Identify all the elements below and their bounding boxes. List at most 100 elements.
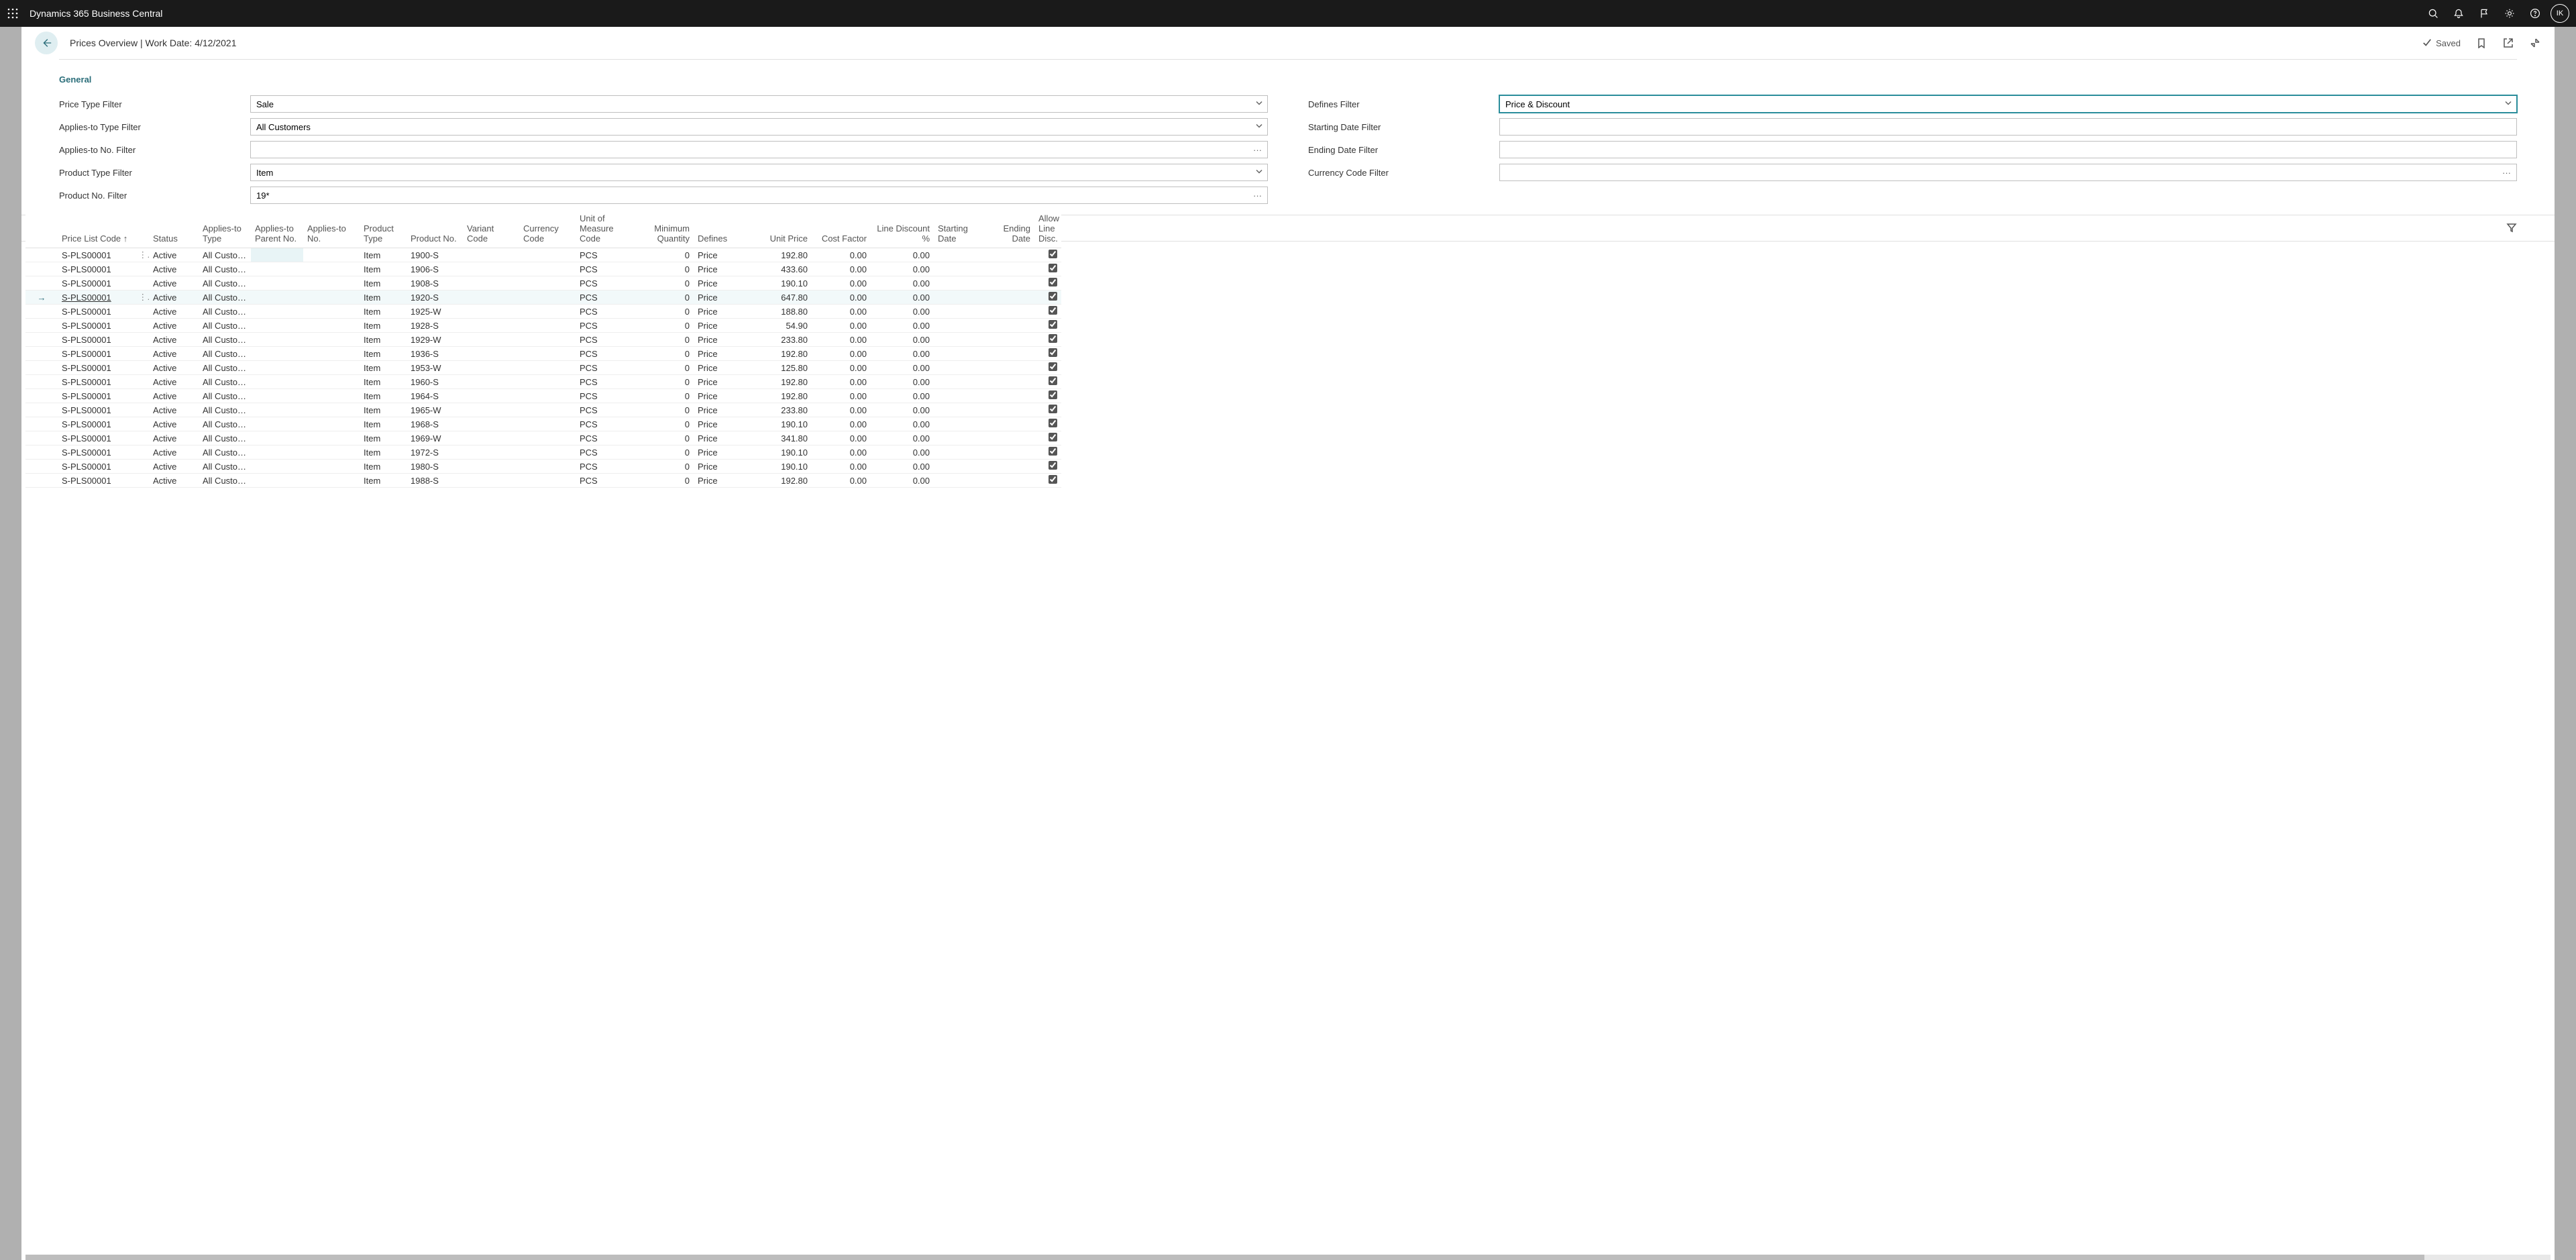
allow-disc-checkbox[interactable] <box>1049 320 1057 329</box>
column-header-cfact[interactable]: Cost Factor <box>812 209 871 248</box>
allow-disc-checkbox[interactable] <box>1049 362 1057 371</box>
table-row[interactable]: S-PLS00001ActiveAll Custome…Item1925-WPC… <box>25 305 1061 319</box>
back-button[interactable] <box>35 32 58 54</box>
notifications-icon[interactable] <box>2446 1 2471 26</box>
table-row[interactable]: S-PLS00001ActiveAll Custome…Item1908-SPC… <box>25 276 1061 291</box>
ellipsis-icon[interactable]: ··· <box>2502 168 2511 178</box>
cell-code[interactable]: S-PLS00001 <box>58 474 134 488</box>
row-more-icon[interactable]: ⋯ <box>138 251 148 260</box>
column-header-ldisc[interactable]: Line Discount % <box>871 209 934 248</box>
filter-lookup[interactable]: 19*··· <box>250 187 1268 204</box>
table-row[interactable]: S-PLS00001ActiveAll Custome…Item1969-WPC… <box>25 431 1061 445</box>
cell-code[interactable]: S-PLS00001 <box>58 431 134 445</box>
allow-disc-checkbox[interactable] <box>1049 390 1057 399</box>
collapse-icon[interactable] <box>2529 37 2541 49</box>
column-header-uom[interactable]: Unit of Measure Code <box>576 209 635 248</box>
table-row[interactable]: S-PLS00001ActiveAll Custome…Item1980-SPC… <box>25 460 1061 474</box>
allow-disc-checkbox[interactable] <box>1049 433 1057 441</box>
column-header-pno[interactable]: Product No. <box>407 209 463 248</box>
allow-disc-checkbox[interactable] <box>1049 376 1057 385</box>
ellipsis-icon[interactable]: ··· <box>1253 191 1262 201</box>
filter-select[interactable]: Sale <box>250 95 1268 113</box>
cell-code[interactable]: S-PLS00001 <box>58 276 134 291</box>
allow-disc-checkbox[interactable] <box>1049 334 1057 343</box>
row-more-icon[interactable]: ⋯ <box>138 293 148 302</box>
allow-disc-checkbox[interactable] <box>1049 306 1057 315</box>
table-row[interactable]: S-PLS00001⋯ActiveAll Custome…Item1900-SP… <box>25 248 1061 262</box>
table-row[interactable]: S-PLS00001ActiveAll Custome…Item1928-SPC… <box>25 319 1061 333</box>
allow-disc-checkbox[interactable] <box>1049 461 1057 470</box>
column-header-uprice[interactable]: Unit Price <box>753 209 812 248</box>
filter-text[interactable] <box>1499 141 2517 158</box>
allow-disc-checkbox[interactable] <box>1049 292 1057 301</box>
cell-code[interactable]: S-PLS00001 <box>58 460 134 474</box>
column-header-atype[interactable]: Applies-to Type <box>199 209 251 248</box>
column-header-curr[interactable]: Currency Code <box>519 209 576 248</box>
cell-sel <box>25 389 58 403</box>
column-header-defines[interactable]: Defines <box>694 209 753 248</box>
allow-disc-checkbox[interactable] <box>1049 419 1057 427</box>
table-row[interactable]: S-PLS00001ActiveAll Custome…Item1964-SPC… <box>25 389 1061 403</box>
cell-code[interactable]: S-PLS00001 <box>58 333 134 347</box>
filter-lookup[interactable]: ··· <box>1499 164 2517 181</box>
bookmark-icon[interactable] <box>2475 37 2487 49</box>
user-avatar[interactable]: IK <box>2551 4 2569 23</box>
grid-scroll[interactable]: Price List Code ↑StatusApplies-to TypeAp… <box>25 209 2555 1255</box>
app-launcher-icon[interactable] <box>0 1 25 26</box>
ellipsis-icon[interactable]: ··· <box>1253 145 1262 155</box>
column-header-allow[interactable]: Allow Line Disc. <box>1034 209 1061 248</box>
cell-code[interactable]: S-PLS00001 <box>58 305 134 319</box>
cell-code[interactable]: S-PLS00001 <box>58 248 134 262</box>
column-header-ptype[interactable]: Product Type <box>360 209 407 248</box>
flag-icon[interactable] <box>2471 1 2497 26</box>
cell-code[interactable]: S-PLS00001 <box>58 361 134 375</box>
column-header-ano[interactable]: Applies-to No. <box>303 209 360 248</box>
cell-code[interactable]: S-PLS00001 <box>58 417 134 431</box>
filter-select[interactable]: Price & Discount <box>1499 95 2517 113</box>
table-row[interactable]: S-PLS00001ActiveAll Custome…Item1988-SPC… <box>25 474 1061 488</box>
cell-code[interactable]: S-PLS00001 <box>58 403 134 417</box>
table-row[interactable]: S-PLS00001ActiveAll Custome…Item1968-SPC… <box>25 417 1061 431</box>
filter-select[interactable]: All Customers <box>250 118 1268 136</box>
column-header-variant[interactable]: Variant Code <box>463 209 519 248</box>
cell-code[interactable]: S-PLS00001 <box>58 347 134 361</box>
filter-lookup[interactable]: ··· <box>250 141 1268 158</box>
table-row[interactable]: S-PLS00001ActiveAll Custome…Item1906-SPC… <box>25 262 1061 276</box>
allow-disc-checkbox[interactable] <box>1049 405 1057 413</box>
cell-code[interactable]: S-PLS00001 <box>58 445 134 460</box>
cell-code[interactable]: S-PLS00001 <box>58 291 134 305</box>
table-row[interactable]: S-PLS00001ActiveAll Custome…Item1953-WPC… <box>25 361 1061 375</box>
allow-disc-checkbox[interactable] <box>1049 447 1057 456</box>
allow-disc-checkbox[interactable] <box>1049 250 1057 258</box>
settings-icon[interactable] <box>2497 1 2522 26</box>
allow-disc-checkbox[interactable] <box>1049 278 1057 286</box>
cell-code[interactable]: S-PLS00001 <box>58 262 134 276</box>
allow-disc-checkbox[interactable] <box>1049 475 1057 484</box>
column-header-edate[interactable]: Ending Date <box>981 209 1034 248</box>
cell-code[interactable]: S-PLS00001 <box>58 375 134 389</box>
popout-icon[interactable] <box>2502 37 2514 49</box>
cell-code[interactable]: S-PLS00001 <box>58 319 134 333</box>
cell-uprice: 192.80 <box>753 375 812 389</box>
table-row[interactable]: S-PLS00001ActiveAll Custome…Item1960-SPC… <box>25 375 1061 389</box>
table-row[interactable]: →S-PLS00001⋯ActiveAll Custome…Item1920-S… <box>25 291 1061 305</box>
column-header-more[interactable] <box>134 209 149 248</box>
column-header-aparent[interactable]: Applies-to Parent No. <box>251 209 303 248</box>
horizontal-scrollbar[interactable] <box>25 1255 2551 1260</box>
cell-code[interactable]: S-PLS00001 <box>58 389 134 403</box>
column-header-sdate[interactable]: Starting Date <box>934 209 981 248</box>
table-row[interactable]: S-PLS00001ActiveAll Custome…Item1929-WPC… <box>25 333 1061 347</box>
column-header-code[interactable]: Price List Code ↑ <box>58 209 134 248</box>
allow-disc-checkbox[interactable] <box>1049 264 1057 272</box>
column-header-minq[interactable]: Minimum Quantity <box>635 209 694 248</box>
column-header-sel[interactable] <box>25 209 58 248</box>
column-header-status[interactable]: Status <box>149 209 199 248</box>
table-row[interactable]: S-PLS00001ActiveAll Custome…Item1965-WPC… <box>25 403 1061 417</box>
help-icon[interactable] <box>2522 1 2548 26</box>
search-icon[interactable] <box>2420 1 2446 26</box>
allow-disc-checkbox[interactable] <box>1049 348 1057 357</box>
filter-text[interactable] <box>1499 118 2517 136</box>
filter-select[interactable]: Item <box>250 164 1268 181</box>
table-row[interactable]: S-PLS00001ActiveAll Custome…Item1936-SPC… <box>25 347 1061 361</box>
table-row[interactable]: S-PLS00001ActiveAll Custome…Item1972-SPC… <box>25 445 1061 460</box>
